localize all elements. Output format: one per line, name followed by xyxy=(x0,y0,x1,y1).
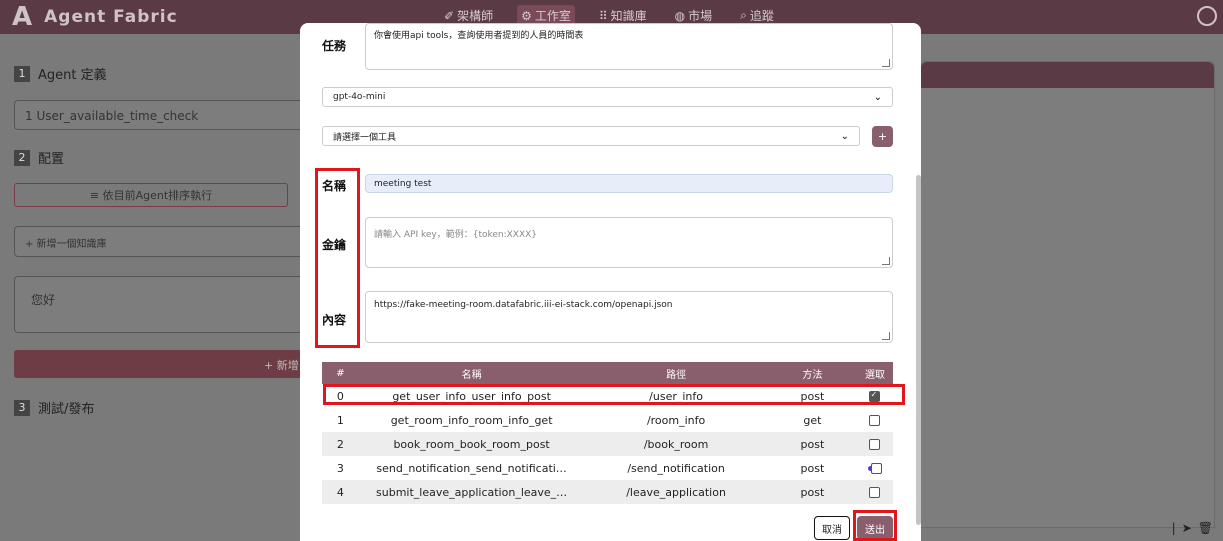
row-method: post xyxy=(767,480,857,504)
model-select[interactable]: gpt-4o-mini ⌄ xyxy=(322,87,893,107)
row-path: /leave_application xyxy=(584,480,768,504)
select-checkbox[interactable] xyxy=(870,463,882,474)
select-checkbox[interactable] xyxy=(869,439,881,450)
nav-knowledge-label: 知識庫 xyxy=(610,9,647,23)
globe-icon: ◍ xyxy=(674,8,686,23)
col-select: 選取 xyxy=(856,362,893,384)
nav-tracking-label: 追蹤 xyxy=(749,9,774,23)
cancel-button[interactable]: 取消 xyxy=(814,516,850,540)
annotation-box-labels xyxy=(315,168,360,348)
chat-actions: | ➤ 🗑 xyxy=(1172,521,1213,535)
api-key-placeholder: 請輸入 API key，範例：{token:XXXX} xyxy=(374,230,538,240)
agent-name-input[interactable]: 1 User_available_time_check xyxy=(14,100,304,130)
row-method: post xyxy=(767,432,857,456)
row-select-cell xyxy=(856,456,893,480)
tool-select[interactable]: 請選擇一個工具 ⌄ xyxy=(322,126,860,146)
pen-icon: ✐ xyxy=(444,8,455,23)
content-textarea[interactable]: https://fake-meeting-room.datafabric.iii… xyxy=(365,291,893,343)
content-text: https://fake-meeting-room.datafabric.iii… xyxy=(374,300,673,310)
studio-icon: ⚙ xyxy=(521,8,532,23)
step-2-number: 2 xyxy=(14,149,30,166)
annotation-box-submit xyxy=(853,510,897,541)
add-tool-button[interactable]: + xyxy=(872,126,893,147)
col-path: 路徑 xyxy=(584,362,768,384)
row-name: send_notification_send_notificati… xyxy=(358,456,585,480)
tool-select-value: 請選擇一個工具 xyxy=(333,132,397,143)
logo: A xyxy=(12,2,33,32)
row-path: /book_room xyxy=(584,432,768,456)
name-input[interactable]: meeting test xyxy=(365,174,893,193)
step-3-label: 測試/發布 xyxy=(38,402,95,417)
resize-handle-icon[interactable] xyxy=(882,257,890,265)
table-row[interactable]: 1 get_room_info_room_info_get /room_info… xyxy=(322,408,893,432)
add-kb-select[interactable]: + 新增一個知識庫 xyxy=(14,226,304,257)
table-row[interactable]: 2 book_room_book_room_post /book_room po… xyxy=(322,432,893,456)
api-key-textarea[interactable]: 請輸入 API key，範例：{token:XXXX} xyxy=(365,217,893,268)
table-row[interactable]: 4 submit_leave_application_leave_… /leav… xyxy=(322,480,893,504)
step-1-label: Agent 定義 xyxy=(38,68,107,83)
step-1-number: 1 xyxy=(14,65,30,82)
tool-config-modal: 任務 你會使用api tools，查詢使用者提到的人員的時間表 gpt-4o-m… xyxy=(300,23,921,541)
user-icon[interactable] xyxy=(1197,6,1217,26)
nav-market-label: 市場 xyxy=(688,9,713,23)
add-button-bg[interactable]: + 新增 xyxy=(14,350,304,378)
row-name: book_room_book_room_post xyxy=(358,432,585,456)
model-select-value: gpt-4o-mini xyxy=(333,92,386,102)
nav-architect-label: 架構師 xyxy=(457,9,494,23)
brand[interactable]: A Agent Fabric xyxy=(12,2,178,32)
modal-scrollbar[interactable] xyxy=(916,175,921,525)
step-2: 2 配置 xyxy=(14,148,64,167)
select-checkbox[interactable] xyxy=(869,415,881,426)
annotation-box-row xyxy=(323,384,905,405)
table-row[interactable]: 3 send_notification_send_notificati… /se… xyxy=(322,456,893,480)
step-1: 1 Agent 定義 xyxy=(14,64,107,83)
row-method: post xyxy=(767,456,857,480)
chevron-down-icon: ⌄ xyxy=(840,130,849,142)
row-method: get xyxy=(767,408,857,432)
step-3-number: 3 xyxy=(14,399,30,416)
select-checkbox[interactable] xyxy=(869,487,881,498)
resize-handle-icon[interactable] xyxy=(882,59,890,67)
chevron-down-icon: ⌄ xyxy=(873,91,882,103)
row-index: 2 xyxy=(322,432,359,456)
step-2-label: 配置 xyxy=(38,152,65,167)
row-path: /room_info xyxy=(584,408,768,432)
step-3: 3 測試/發布 xyxy=(14,398,94,417)
row-path: /send_notification xyxy=(584,456,768,480)
greeting-input[interactable]: 您好 xyxy=(14,276,304,333)
chat-panel xyxy=(920,61,1215,528)
order-execute-button[interactable]: ≡ 依目前Agent排序執行 xyxy=(14,183,288,207)
task-text: 你會使用api tools，查詢使用者提到的人員的時間表 xyxy=(374,31,584,41)
row-index: 3 xyxy=(322,456,359,480)
background-page: 1 Agent 定義 1 User_available_time_check 2配… xyxy=(0,34,304,541)
row-select-cell xyxy=(856,408,893,432)
row-index: 1 xyxy=(322,408,359,432)
app-title: Agent Fabric xyxy=(44,7,178,27)
task-label: 任務 xyxy=(322,39,347,53)
task-textarea[interactable]: 你會使用api tools，查詢使用者提到的人員的時間表 xyxy=(365,23,893,70)
chat-panel-header xyxy=(921,62,1214,88)
add-button-label: + 新增 xyxy=(264,359,299,372)
row-select-cell xyxy=(856,480,893,504)
row-index: 4 xyxy=(322,480,359,504)
resize-handle-icon[interactable] xyxy=(882,332,890,340)
table-header-row: # 名稱 路徑 方法 選取 xyxy=(322,362,893,384)
nav-studio-label: 工作室 xyxy=(534,9,571,23)
row-select-cell xyxy=(856,432,893,456)
grid-icon: ⠿ xyxy=(598,8,608,23)
trash-icon[interactable]: 🗑 xyxy=(1198,521,1213,535)
col-index: # xyxy=(322,362,359,384)
col-name: 名稱 xyxy=(358,362,585,384)
divider-icon: | xyxy=(1171,521,1176,535)
row-name: get_room_info_room_info_get xyxy=(358,408,585,432)
send-icon[interactable]: ➤ xyxy=(1182,521,1192,535)
search-icon: ⌕ xyxy=(740,8,747,22)
col-method: 方法 xyxy=(767,362,857,384)
row-name: submit_leave_application_leave_… xyxy=(358,480,585,504)
